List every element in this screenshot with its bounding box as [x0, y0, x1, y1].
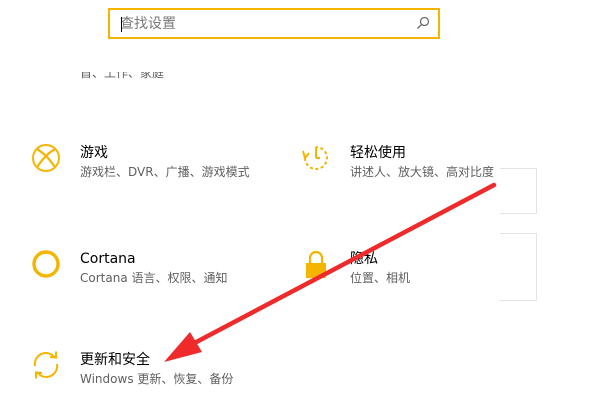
settings-tile-cortana[interactable]: Cortana Cortana 语言、权限、通知 — [30, 248, 260, 298]
tile-title: 更新和安全 — [80, 352, 150, 368]
tile-title: 游戏 — [80, 145, 108, 161]
settings-tile-update-security[interactable]: 更新和安全 Windows 更新、恢复、备份 — [30, 349, 260, 399]
tile-desc: 讲述人、放大镜、高对比度 — [350, 165, 495, 179]
tile-desc: Cortana 语言、权限、通知 — [80, 271, 228, 285]
tile-desc: 游戏栏、DVR、广播、游戏模式 — [80, 165, 250, 179]
settings-tile-ease-of-access[interactable]: 轻松使用 讲述人、放大镜、高对比度 — [300, 142, 530, 192]
accounts-tile-desc-clipped: 首、工作、家庭 — [80, 72, 165, 80]
tile-title: 轻松使用 — [350, 145, 406, 161]
sync-icon — [33, 351, 59, 379]
xbox-icon — [32, 144, 60, 172]
lock-icon — [306, 250, 326, 278]
cortana-circle-icon — [32, 250, 60, 278]
settings-page: 首、工作、家庭 游戏 游戏栏、DVR、广播、游戏模式 轻松使用 讲述人、放大镜、… — [0, 0, 590, 403]
text-caret — [121, 17, 122, 32]
background-window-edge — [500, 168, 537, 214]
search-input[interactable] — [120, 14, 400, 34]
tile-title: 隐私 — [350, 251, 378, 267]
search-icon[interactable] — [416, 16, 430, 30]
settings-tile-gaming[interactable]: 游戏 游戏栏、DVR、广播、游戏模式 — [30, 142, 260, 192]
search-box[interactable] — [108, 8, 440, 39]
tile-title: Cortana — [80, 251, 136, 267]
settings-tile-privacy[interactable]: 隐私 位置、相机 — [300, 248, 530, 298]
tile-desc: 位置、相机 — [350, 271, 411, 285]
background-window-edge — [500, 233, 537, 301]
ease-of-access-timer-icon — [302, 146, 328, 170]
tile-desc: Windows 更新、恢复、备份 — [80, 372, 234, 386]
